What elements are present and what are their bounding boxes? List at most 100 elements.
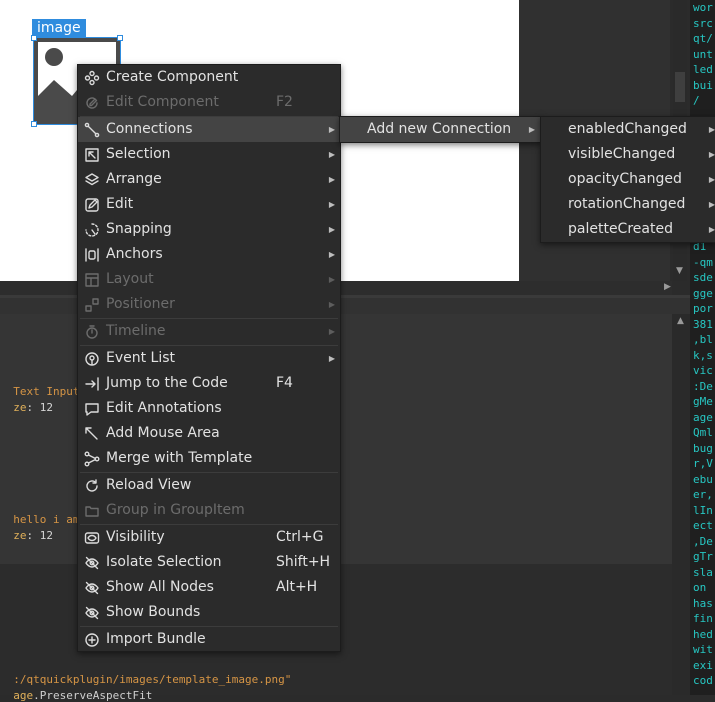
output-line: :De [693, 379, 713, 393]
menu-item-anchors[interactable]: Anchors ▶ [78, 242, 340, 267]
import-icon [84, 632, 100, 648]
menu-item-reload-view[interactable]: Reload View [78, 473, 340, 498]
menu-item-label: Layout [106, 271, 154, 287]
menu-item-add-new-connection[interactable]: Add new Connection ▶ [340, 117, 541, 142]
annotation-icon [84, 401, 100, 417]
output-line: wit [693, 643, 713, 656]
canvas-vertical-scroll-thumb[interactable] [675, 72, 685, 102]
menu-item-label: Create Component [106, 69, 239, 85]
signal-item-opacitychanged[interactable]: opacityChanged ▶ [541, 167, 715, 192]
menu-item-label: Group in GroupItem [106, 502, 245, 518]
menu-item-visibility[interactable]: Visibility Ctrl+G [78, 525, 340, 550]
edit-icon [84, 197, 100, 213]
submenu-arrow-icon: ▶ [328, 200, 335, 209]
code-value: : 12 [26, 529, 54, 542]
menu-item-label: Add new Connection [367, 121, 512, 137]
scroll-right-arrow-icon[interactable]: ▶ [664, 282, 671, 292]
menu-item-selection[interactable]: Selection ▶ [78, 142, 340, 167]
menu-item-merge-with-template[interactable]: Merge with Template [78, 446, 340, 471]
menu-item-edit-annotations[interactable]: Edit Annotations [78, 396, 340, 421]
isolate-icon [84, 555, 100, 571]
menu-item-event-list[interactable]: Event List ▶ [78, 346, 340, 371]
output-line: er, [693, 488, 713, 501]
menu-item-connections[interactable]: Connections ▶ [78, 117, 340, 142]
output-line: bui [693, 78, 713, 92]
menu-item-label: Import Bundle [106, 631, 206, 647]
menu-item-label: Anchors [106, 246, 163, 262]
signal-item-palettecreated[interactable]: paletteCreated ▶ [541, 217, 715, 242]
merge-icon [84, 451, 100, 467]
menu-item-create-component[interactable]: Create Component [78, 65, 340, 90]
output-line: src [693, 16, 713, 30]
editor-vertical-scrollbar[interactable] [672, 314, 690, 695]
output-line: / [693, 94, 700, 107]
menu-item-isolate-selection[interactable]: Isolate Selection Shift+H [78, 550, 340, 575]
submenu-arrow-icon: ▶ [328, 150, 335, 159]
selected-item-label[interactable]: image [32, 19, 86, 37]
menu-item-label: opacityChanged [568, 171, 682, 187]
menu-item-label: rotationChanged [568, 196, 686, 212]
output-line: Qml [693, 426, 713, 439]
menu-item-arrange[interactable]: Arrange ▶ [78, 167, 340, 192]
connections-icon [84, 122, 100, 138]
menu-item-import-bundle[interactable]: Import Bundle [78, 627, 340, 652]
output-line: wor [693, 1, 713, 14]
output-line: ect [693, 519, 713, 532]
output-line: unt [693, 47, 713, 61]
menu-item-label: Edit Annotations [106, 400, 222, 416]
menu-item-label: Event List [106, 350, 176, 366]
submenu-arrow-icon: ▶ [328, 125, 335, 134]
submenu-arrow-icon: ▶ [328, 175, 335, 184]
output-line: ,bl [693, 333, 713, 346]
output-line: 381 [693, 317, 713, 331]
arrange-icon [84, 172, 100, 188]
submenu-arrow-icon: ▶ [708, 225, 715, 234]
menu-item-add-mouse-area[interactable]: Add Mouse Area [78, 421, 340, 446]
output-line: cod [693, 674, 713, 687]
signal-item-visiblechanged[interactable]: visibleChanged ▶ [541, 142, 715, 167]
menu-item-shortcut: Ctrl+G [276, 529, 324, 545]
submenu-arrow-icon: ▶ [708, 200, 715, 209]
output-line: has [693, 596, 713, 610]
output-line: por [693, 302, 713, 315]
output-line: ,De [693, 534, 713, 548]
group-icon [84, 503, 100, 519]
menu-item-label: Jump to the Code [106, 375, 228, 391]
menu-item-layout: Layout ▶ [78, 267, 340, 292]
menu-item-snapping[interactable]: Snapping ▶ [78, 217, 340, 242]
output-line: sde [693, 271, 713, 284]
signal-item-rotationchanged[interactable]: rotationChanged ▶ [541, 192, 715, 217]
resize-handle[interactable] [31, 121, 37, 127]
signal-item-enabledchanged[interactable]: enabledChanged ▶ [541, 117, 715, 142]
show-all-icon [84, 580, 100, 596]
timeline-icon [84, 324, 100, 340]
output-line: sla [693, 565, 713, 579]
menu-item-edit[interactable]: Edit ▶ [78, 192, 340, 217]
resize-handle[interactable] [117, 35, 123, 41]
output-line: ebu [693, 472, 713, 486]
menu-item-show-all-nodes[interactable]: Show All Nodes Alt+H [78, 575, 340, 600]
menu-item-show-bounds[interactable]: Show Bounds [78, 600, 340, 625]
mouse-area-icon [84, 426, 100, 442]
menu-item-positioner: Positioner ▶ [78, 292, 340, 317]
menu-item-label: Visibility [106, 529, 165, 545]
submenu-arrow-icon: ▶ [328, 327, 335, 336]
resize-handle[interactable] [31, 35, 37, 41]
scroll-down-arrow-icon[interactable]: ▼ [676, 266, 683, 276]
menu-item-label: Add Mouse Area [106, 425, 220, 441]
output-line: fin [693, 612, 713, 625]
scroll-up-arrow-icon[interactable]: ▲ [677, 316, 684, 326]
output-line: k,s [693, 348, 713, 362]
submenu-arrow-icon: ▶ [328, 275, 335, 284]
menu-item-label: paletteCreated [568, 221, 673, 237]
output-line: lIn [693, 503, 713, 517]
code-line: ze: 12 [0, 516, 53, 542]
output-line: hed [693, 627, 713, 641]
menu-item-timeline: Timeline ▶ [78, 319, 340, 344]
menu-item-jump-to-the-code[interactable]: Jump to the Code F4 [78, 371, 340, 396]
submenu-arrow-icon: ▶ [708, 125, 715, 134]
anchors-icon [84, 247, 100, 263]
output-line: exi [693, 658, 713, 672]
menu-item-label: Arrange [106, 171, 162, 187]
submenu-arrow-icon: ▶ [328, 250, 335, 259]
